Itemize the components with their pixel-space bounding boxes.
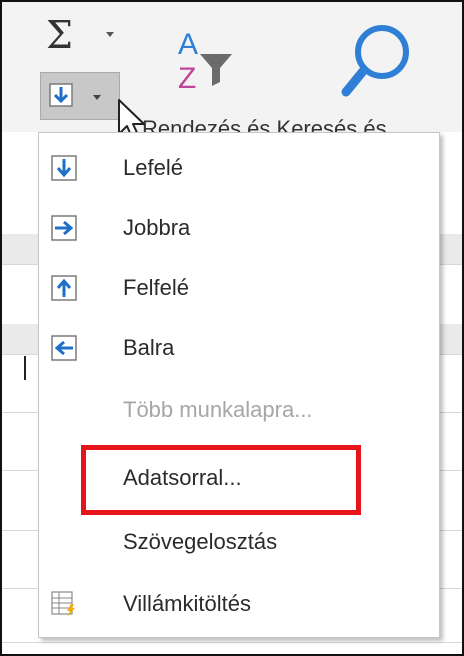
menu-item-lefele[interactable]: Lefelé xyxy=(39,139,439,199)
menu-item-label: Több munkalapra... xyxy=(123,397,313,422)
excel-window: Σ A Z Rendezés és Keresés és Lefelé Jobb… xyxy=(0,0,464,656)
menu-item-villamkitoltes[interactable]: Villámkitöltés xyxy=(39,575,439,635)
sheet-gridline xyxy=(2,642,462,643)
menu-item-label: Jobbra xyxy=(123,215,191,240)
menu-item-label: Villámkitöltés xyxy=(123,591,251,616)
svg-text:Z: Z xyxy=(178,62,196,94)
highlight-box xyxy=(81,445,361,515)
menu-item-jobbra[interactable]: Jobbra xyxy=(39,199,439,259)
menu-item-label: Balra xyxy=(123,335,175,360)
find-select-icon[interactable] xyxy=(340,22,412,100)
menu-item-label: Szövegelosztás xyxy=(123,529,278,554)
fill-right-icon xyxy=(51,215,77,241)
fill-up-icon xyxy=(51,275,77,301)
autosum-dropdown-icon[interactable] xyxy=(106,32,114,37)
menu-item-szovegelosztas[interactable]: Szövegelosztás xyxy=(39,513,439,573)
autosum-icon[interactable]: Σ xyxy=(46,16,73,54)
fill-button[interactable] xyxy=(40,72,120,120)
menu-item-tobb-munkalapra: Több munkalapra... xyxy=(39,381,439,441)
fill-down-icon xyxy=(49,83,73,107)
svg-text:A: A xyxy=(178,28,198,61)
menu-item-label: Lefelé xyxy=(123,155,183,180)
sheet-cursor-mark xyxy=(24,356,26,380)
sort-filter-icon[interactable]: A Z xyxy=(176,24,236,94)
fill-menu: Lefelé Jobbra Felfelé Balra Több munkala… xyxy=(38,132,440,638)
fill-dropdown-icon xyxy=(93,95,101,100)
fill-left-icon xyxy=(51,335,77,361)
menu-item-balra[interactable]: Balra xyxy=(39,319,439,379)
ribbon: Σ A Z Rendezés és Keresés és xyxy=(2,2,462,141)
menu-item-label: Felfelé xyxy=(123,275,190,300)
menu-item-felfele[interactable]: Felfelé xyxy=(39,259,439,319)
flash-fill-icon xyxy=(51,591,75,617)
fill-down-icon xyxy=(51,155,77,181)
